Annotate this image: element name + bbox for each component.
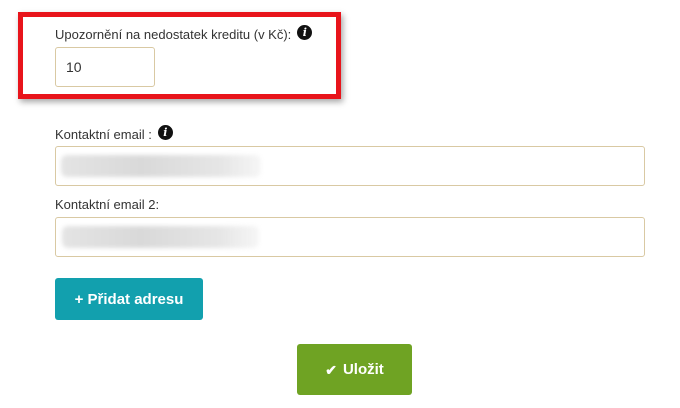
contact-email-label: Kontaktní email :	[55, 127, 152, 142]
contact-email-2-label-row: Kontaktní email 2:	[55, 197, 159, 212]
add-address-button[interactable]: + Přidat adresu	[55, 278, 203, 320]
info-icon[interactable]: i	[297, 25, 313, 40]
contact-email-label-row: Kontaktní email : i	[55, 125, 173, 142]
info-icon[interactable]: i	[157, 125, 173, 140]
credit-warning-label-row: Upozornění na nedostatek kreditu (v Kč):…	[55, 25, 313, 42]
credit-warning-label: Upozornění na nedostatek kreditu (v Kč):	[55, 27, 292, 42]
credit-warning-input[interactable]	[55, 47, 155, 87]
check-icon: ✔	[325, 361, 337, 378]
redacted-email-2	[62, 226, 259, 248]
save-label: Uložit	[342, 361, 384, 378]
add-address-label: + Přidat adresu	[74, 290, 184, 308]
save-button[interactable]: ✔ Uložit	[297, 344, 412, 395]
contact-email-2-label: Kontaktní email 2:	[55, 197, 160, 212]
redacted-email	[61, 155, 261, 177]
settings-form: Upozornění na nedostatek kreditu (v Kč):…	[0, 0, 680, 408]
